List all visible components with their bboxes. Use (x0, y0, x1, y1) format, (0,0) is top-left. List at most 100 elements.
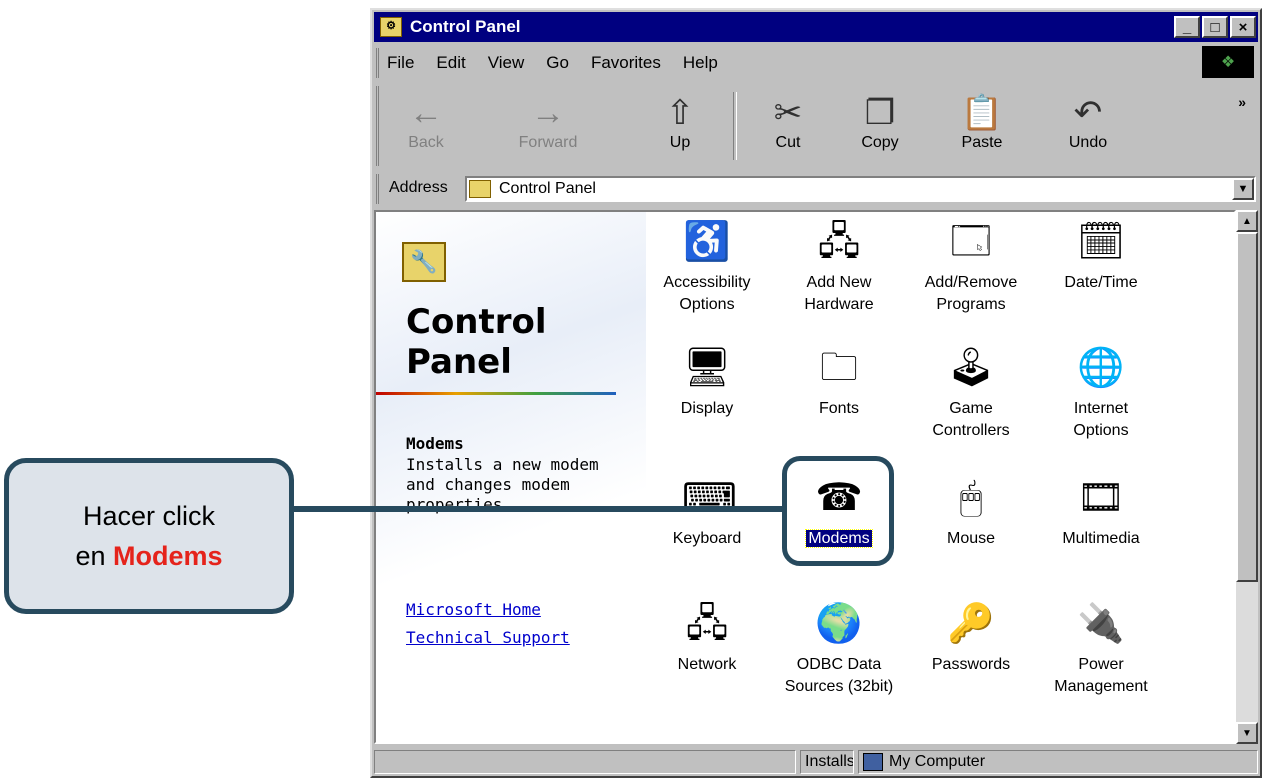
back-arrow-icon: ← (409, 94, 443, 132)
selected-item-title: Modems (406, 434, 464, 453)
display-icon: 🖥 (682, 347, 732, 389)
paste-label: Paste (961, 134, 1003, 151)
undo-button[interactable]: ↶ Undo (1053, 92, 1123, 152)
power-management-icon: 🔌 (1077, 603, 1125, 645)
technical-support-link[interactable]: Technical Support (406, 628, 570, 647)
add-remove-programs-item[interactable]: 🗔 Add/Remove Programs (912, 218, 1030, 316)
menu-view[interactable]: View (488, 53, 525, 73)
copy-label: Copy (861, 134, 899, 151)
vertical-scrollbar[interactable]: ▲ ▼ (1236, 210, 1258, 744)
address-field[interactable]: Control Panel ▼ (465, 176, 1256, 202)
item-label: Management (1054, 678, 1148, 695)
add-remove-programs-icon: 🗔 (950, 221, 992, 263)
add-hardware-icon: 🖧 (817, 221, 861, 263)
copy-icon: ❐ (864, 94, 896, 132)
cut-label: Cut (775, 134, 801, 151)
accessibility-options-item[interactable]: ♿ Accessibility Options (648, 218, 766, 316)
microsoft-home-link[interactable]: Microsoft Home (406, 600, 541, 619)
menu-go[interactable]: Go (546, 53, 569, 73)
passwords-item[interactable]: 🔑 Passwords (912, 600, 1030, 676)
status-panel-main (374, 750, 796, 774)
game-controllers-icon: 🕹 (946, 347, 996, 389)
menu-file[interactable]: File (387, 53, 414, 73)
clipboard-icon: 📋 (960, 94, 1004, 132)
item-label: Controllers (932, 422, 1010, 439)
date-time-item[interactable]: 🗓 Date/Time (1042, 218, 1160, 294)
item-label: Internet (1073, 400, 1129, 417)
up-label: Up (669, 134, 691, 151)
odbc-data-sources-item[interactable]: 🌍 ODBC Data Sources (32bit) (780, 600, 898, 698)
scroll-thumb[interactable] (1236, 232, 1258, 582)
menu-favorites[interactable]: Favorites (591, 53, 661, 73)
item-label: Add/Remove (924, 274, 1018, 291)
keyboard-item[interactable]: ⌨ Keyboard (648, 474, 766, 550)
my-computer-icon (863, 753, 883, 771)
close-button[interactable]: × (1230, 16, 1256, 38)
panel-title-line2: Panel (406, 342, 512, 382)
item-label: Programs (936, 296, 1006, 313)
multimedia-item[interactable]: 🎞 Multimedia (1042, 474, 1160, 550)
panel-title-line1: Control (406, 302, 547, 342)
forward-button[interactable]: → Forward (513, 92, 583, 152)
menu-bar: File Edit View Go Favorites Help (376, 48, 1256, 78)
item-label: Power (1078, 656, 1124, 673)
item-label: Options (1073, 422, 1129, 439)
mouse-item[interactable]: 🖱 Mouse (912, 474, 1030, 550)
control-panel-icon: 🔧 (402, 242, 446, 282)
windows-logo-icon: ❖ (1202, 46, 1254, 78)
scroll-down-arrow-icon[interactable]: ▼ (1236, 722, 1258, 744)
status-text-panel: Installs a (800, 750, 854, 774)
title-bar[interactable]: ⚙ Control Panel _ □ × (374, 12, 1258, 42)
status-zone-panel: My Computer (858, 750, 1258, 774)
item-label: Hardware (804, 296, 874, 313)
control-panel-folder-icon (469, 180, 491, 198)
address-dropdown-button[interactable]: ▼ (1232, 178, 1254, 200)
forward-arrow-icon: → (531, 94, 565, 132)
item-label: Network (677, 656, 737, 673)
title-divider (376, 392, 616, 395)
menu-edit[interactable]: Edit (436, 53, 465, 73)
toolbar-more-chevron-icon[interactable]: » (1238, 94, 1246, 110)
network-icon: 🖧 (685, 603, 729, 645)
multimedia-icon: 🎞 (1076, 477, 1126, 519)
copy-button[interactable]: ❐ Copy (845, 92, 915, 152)
add-new-hardware-item[interactable]: 🖧 Add New Hardware (780, 218, 898, 316)
up-folder-icon: ⇧ (665, 94, 695, 132)
power-management-item[interactable]: 🔌 Power Management (1042, 600, 1160, 698)
cut-button[interactable]: ✂ Cut (753, 92, 823, 152)
item-label: Passwords (931, 656, 1011, 673)
menu-help[interactable]: Help (683, 53, 718, 73)
back-label: Back (408, 134, 444, 151)
item-label: Game (949, 400, 993, 417)
internet-options-item[interactable]: 🌐 Internet Options (1042, 344, 1160, 442)
status-bar: Installs a My Computer (374, 748, 1258, 774)
instruction-callout: Hacer click en Modems (4, 458, 294, 614)
item-label: Options (679, 296, 735, 313)
display-item[interactable]: 🖥 Display (648, 344, 766, 420)
maximize-button[interactable]: □ (1202, 16, 1228, 38)
item-label: Mouse (946, 530, 996, 547)
game-controllers-item[interactable]: 🕹 Game Controllers (912, 344, 1030, 442)
network-item[interactable]: 🖧 Network (648, 600, 766, 676)
keyboard-icon: ⌨ (682, 477, 737, 519)
mouse-icon: 🖱 (959, 477, 983, 519)
callout-connector-line (294, 506, 782, 512)
accessibility-icon: ♿ (683, 221, 731, 263)
control-panel-window: ⚙ Control Panel _ □ × File Edit View Go … (370, 8, 1262, 778)
item-label: ODBC Data (796, 656, 882, 673)
scroll-up-arrow-icon[interactable]: ▲ (1236, 210, 1258, 232)
back-button[interactable]: ← Back (391, 92, 461, 152)
toolbar-separator (733, 92, 737, 160)
window-title: Control Panel (410, 17, 521, 36)
paste-button[interactable]: 📋 Paste (947, 92, 1017, 152)
address-value: Control Panel (499, 180, 596, 197)
minimize-button[interactable]: _ (1174, 16, 1200, 38)
item-label: Multimedia (1062, 530, 1140, 547)
status-zone: My Computer (889, 753, 986, 770)
callout-line2: en Modems (75, 536, 222, 576)
item-label: Keyboard (672, 530, 742, 547)
item-label: Accessibility (663, 274, 751, 291)
fonts-item[interactable]: 🗀 Fonts (780, 344, 898, 420)
up-button[interactable]: ⇧ Up (645, 92, 715, 152)
web-view-panel: 🔧 Control Panel Modems Installs a new mo… (376, 212, 646, 742)
